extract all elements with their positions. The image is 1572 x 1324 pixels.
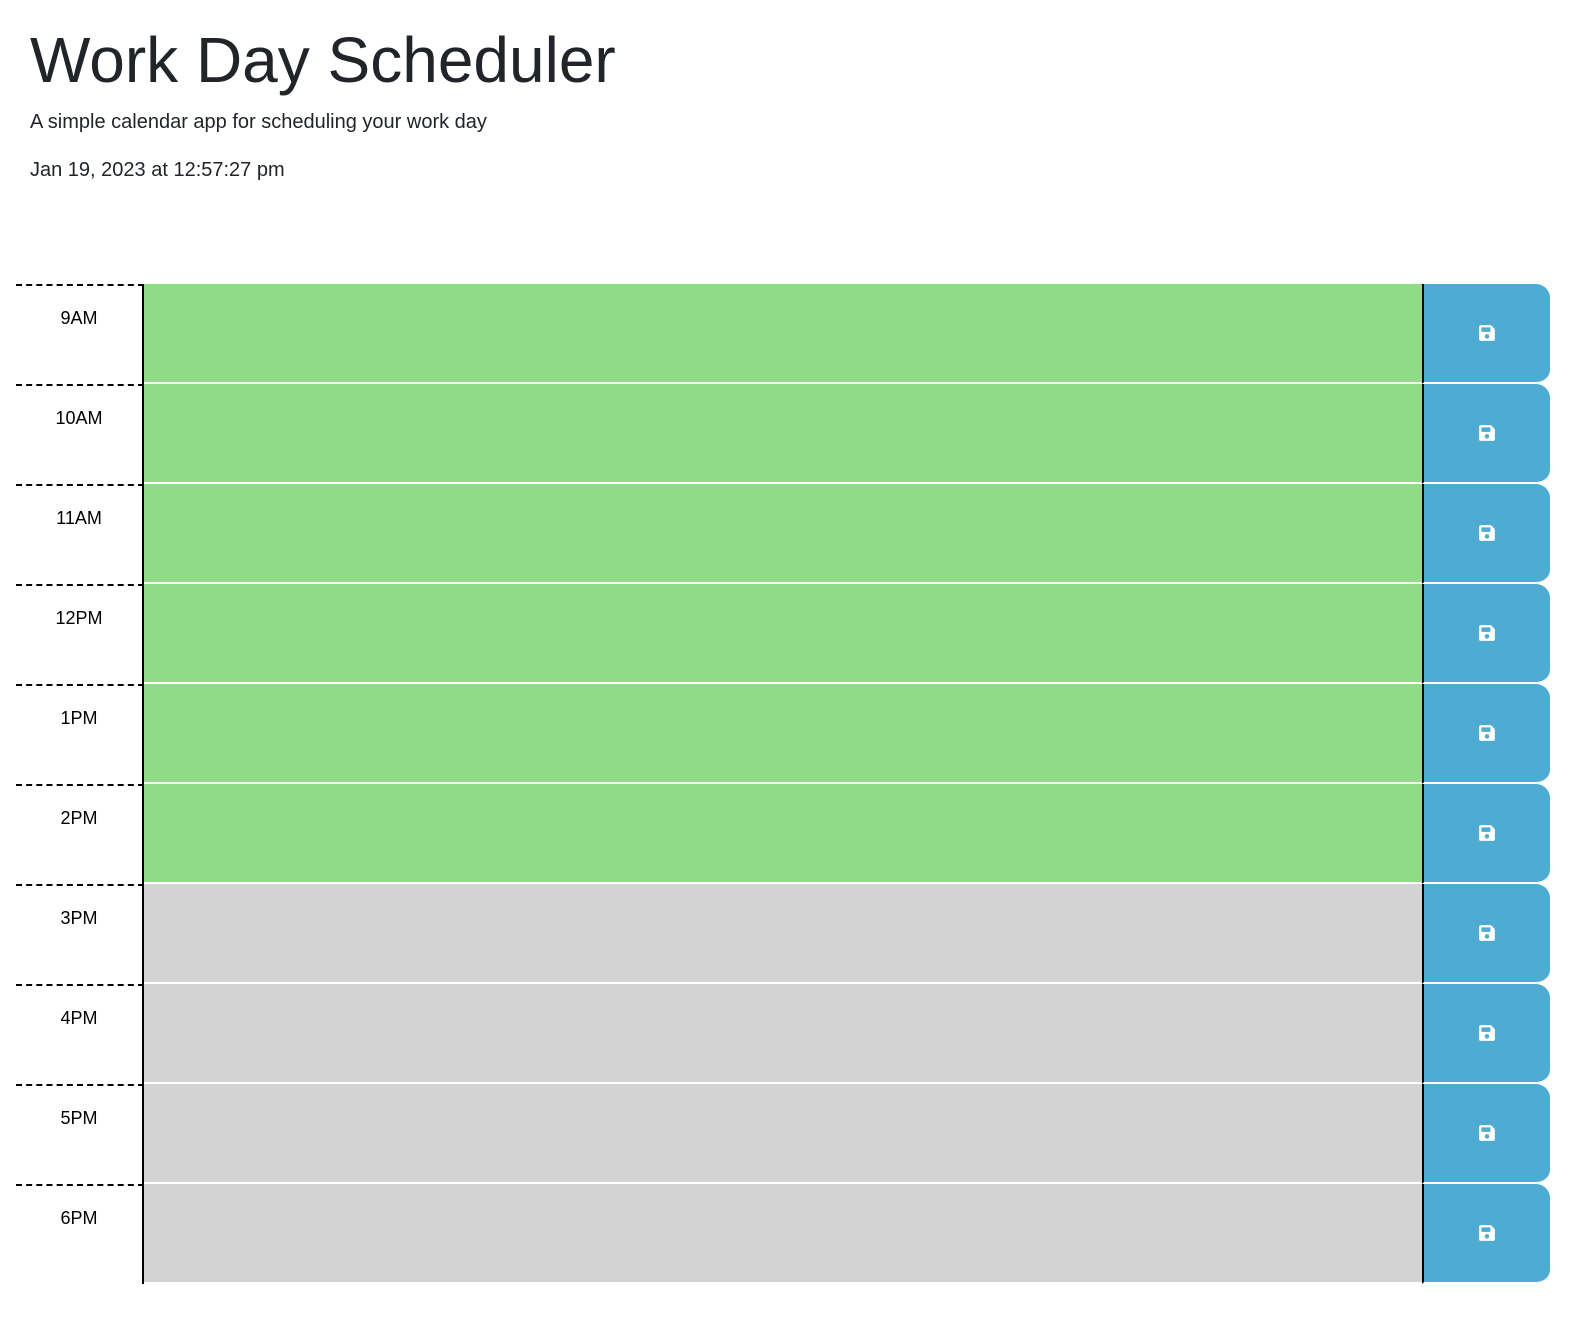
current-datetime: Jan 19, 2023 at 12:57:27 pm bbox=[30, 159, 285, 181]
hour-label: 11AM bbox=[16, 484, 144, 584]
page-title: Work Day Scheduler bbox=[30, 24, 616, 96]
event-description-input[interactable] bbox=[144, 784, 1422, 884]
event-description-input[interactable] bbox=[144, 384, 1422, 484]
floppy-disk-icon bbox=[1478, 1024, 1496, 1042]
save-button[interactable] bbox=[1422, 384, 1550, 484]
time-block-3pm: 3PM bbox=[16, 884, 1550, 984]
event-description-input[interactable] bbox=[144, 884, 1422, 984]
time-block-2pm: 2PM bbox=[16, 784, 1550, 884]
floppy-disk-icon bbox=[1478, 424, 1496, 442]
floppy-disk-icon bbox=[1478, 324, 1496, 342]
event-description-input[interactable] bbox=[144, 284, 1422, 384]
floppy-disk-icon bbox=[1478, 1124, 1496, 1142]
hour-label: 2PM bbox=[16, 784, 144, 884]
time-block-11am: 11AM bbox=[16, 484, 1550, 584]
floppy-disk-icon bbox=[1478, 924, 1496, 942]
time-block-4pm: 4PM bbox=[16, 984, 1550, 1084]
floppy-disk-icon bbox=[1478, 824, 1496, 842]
save-button[interactable] bbox=[1422, 784, 1550, 884]
time-block-1pm: 1PM bbox=[16, 684, 1550, 784]
save-button[interactable] bbox=[1422, 484, 1550, 584]
hour-label: 3PM bbox=[16, 884, 144, 984]
event-description-input[interactable] bbox=[144, 1184, 1422, 1284]
time-block-12pm: 12PM bbox=[16, 584, 1550, 684]
event-description-input[interactable] bbox=[144, 584, 1422, 684]
save-button[interactable] bbox=[1422, 684, 1550, 784]
time-block-10am: 10AM bbox=[16, 384, 1550, 484]
time-block-5pm: 5PM bbox=[16, 1084, 1550, 1184]
hour-label: 6PM bbox=[16, 1184, 144, 1284]
page-subtitle: A simple calendar app for scheduling you… bbox=[30, 111, 487, 133]
save-button[interactable] bbox=[1422, 1184, 1550, 1284]
time-block-9am: 9AM bbox=[16, 284, 1550, 384]
floppy-disk-icon bbox=[1478, 724, 1496, 742]
hour-label: 9AM bbox=[16, 284, 144, 384]
event-description-input[interactable] bbox=[144, 1084, 1422, 1184]
schedule: 9AM 10AM 11AM 12PM 1PM 2PM 3PM 4PM 5PM 6… bbox=[16, 284, 1550, 1284]
floppy-disk-icon bbox=[1478, 1224, 1496, 1242]
hour-label: 10AM bbox=[16, 384, 144, 484]
hour-label: 4PM bbox=[16, 984, 144, 1084]
floppy-disk-icon bbox=[1478, 624, 1496, 642]
hour-label: 12PM bbox=[16, 584, 144, 684]
save-button[interactable] bbox=[1422, 1084, 1550, 1184]
event-description-input[interactable] bbox=[144, 484, 1422, 584]
save-button[interactable] bbox=[1422, 984, 1550, 1084]
save-button[interactable] bbox=[1422, 584, 1550, 684]
save-button[interactable] bbox=[1422, 884, 1550, 984]
event-description-input[interactable] bbox=[144, 684, 1422, 784]
time-block-6pm: 6PM bbox=[16, 1184, 1550, 1284]
hour-label: 5PM bbox=[16, 1084, 144, 1184]
event-description-input[interactable] bbox=[144, 984, 1422, 1084]
floppy-disk-icon bbox=[1478, 524, 1496, 542]
hour-label: 1PM bbox=[16, 684, 144, 784]
save-button[interactable] bbox=[1422, 284, 1550, 384]
